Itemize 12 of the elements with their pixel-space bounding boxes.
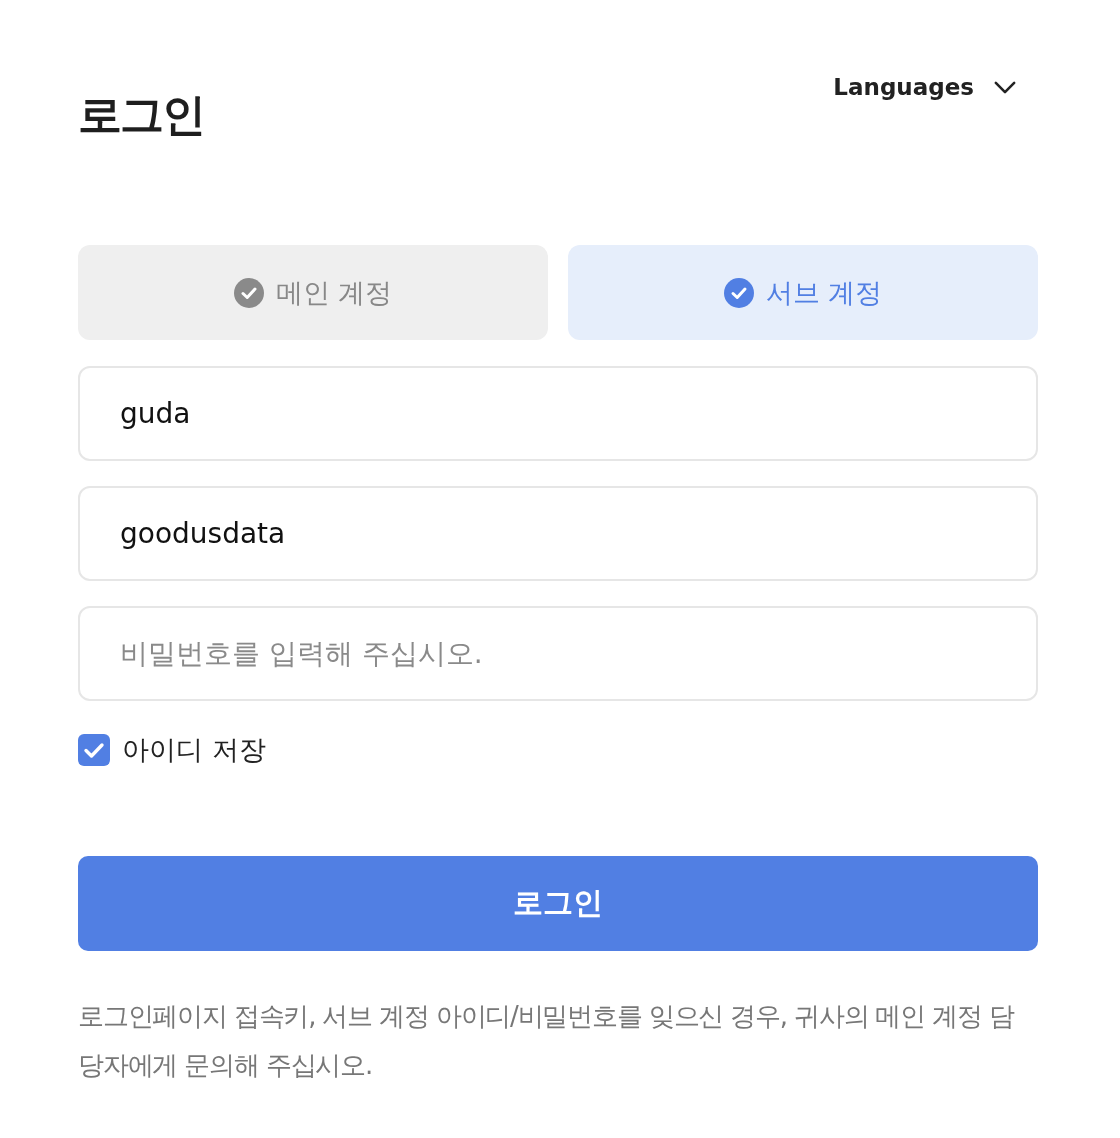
input-field[interactable]: 비밀번호를 입력해 주십시오.	[78, 606, 1038, 701]
input-field[interactable]: guda	[78, 366, 1038, 461]
check-circle-icon	[723, 277, 754, 308]
input-field[interactable]: goodusdata	[78, 486, 1038, 581]
page-title: 로그인	[78, 88, 204, 142]
help-notice: 로그인페이지 접속키, 서브 계정 아이디/비밀번호를 잊으신 경우, 귀사의 메인 계정 담당자에게 문의해 주십시오.	[78, 1000, 1016, 1082]
check-circle-icon	[233, 277, 264, 308]
languages-dropdown[interactable]: Languages	[833, 73, 1016, 102]
remember-id-label: 아이디 저장	[122, 733, 266, 767]
checkbox[interactable]	[78, 734, 110, 766]
login-button[interactable]: 로그인	[78, 856, 1038, 951]
chevron-down-icon	[994, 81, 1016, 94]
